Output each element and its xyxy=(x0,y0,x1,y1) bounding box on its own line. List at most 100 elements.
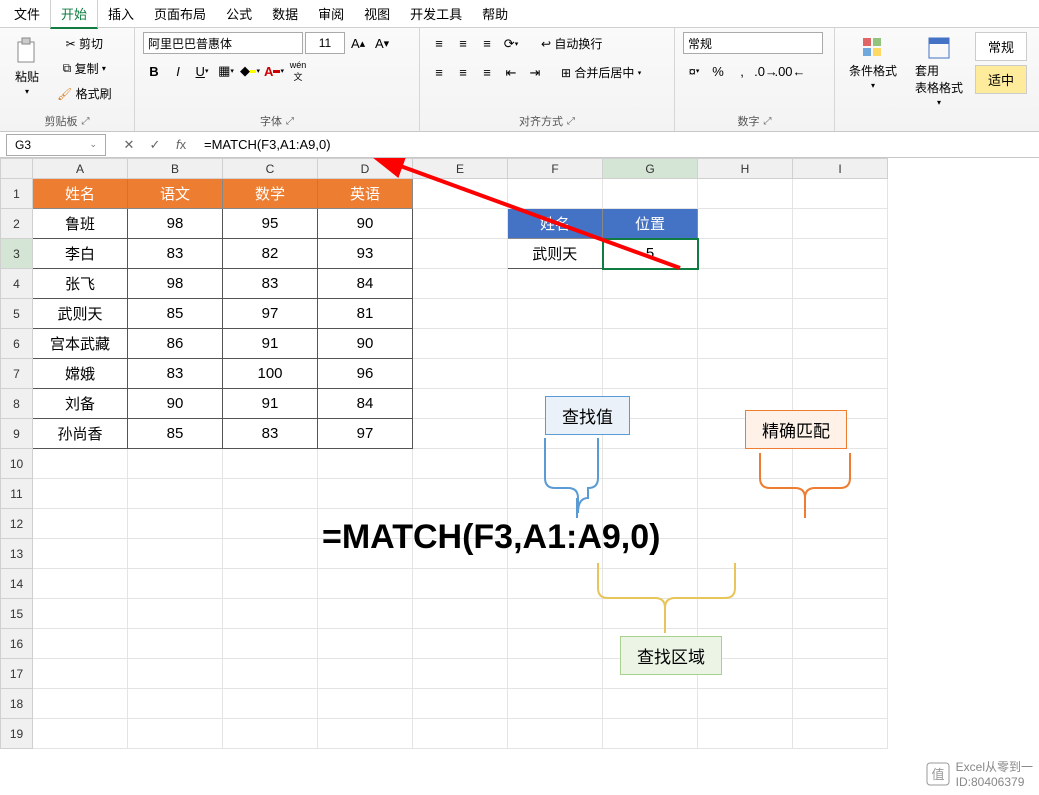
align-top-icon[interactable]: ≡ xyxy=(428,33,450,55)
cell-C18[interactable] xyxy=(223,689,318,719)
cell-G10[interactable] xyxy=(603,449,698,479)
font-size-select[interactable] xyxy=(305,32,345,54)
merge-center-button[interactable]: ⊞ 合并后居中 ▾ xyxy=(556,61,646,84)
cell-H2[interactable] xyxy=(698,209,793,239)
col-header-H[interactable]: H xyxy=(698,159,793,179)
cell-I2[interactable] xyxy=(793,209,888,239)
menu-help[interactable]: 帮助 xyxy=(472,0,518,27)
cell-F19[interactable] xyxy=(508,719,603,749)
comma-icon[interactable]: , xyxy=(731,60,753,82)
cell-B11[interactable] xyxy=(128,479,223,509)
cell-C12[interactable] xyxy=(223,509,318,539)
cell-A19[interactable] xyxy=(33,719,128,749)
fill-color-button[interactable]: ◆▾ xyxy=(239,60,261,82)
row-header-18[interactable]: 18 xyxy=(1,689,33,719)
align-center-icon[interactable]: ≡ xyxy=(452,62,474,84)
cell-I10[interactable] xyxy=(793,449,888,479)
row-header-17[interactable]: 17 xyxy=(1,659,33,689)
cell-D18[interactable] xyxy=(318,689,413,719)
cell-G18[interactable] xyxy=(603,689,698,719)
align-middle-icon[interactable]: ≡ xyxy=(452,33,474,55)
cell-D19[interactable] xyxy=(318,719,413,749)
cell-I17[interactable] xyxy=(793,659,888,689)
cell-C13[interactable] xyxy=(223,539,318,569)
paste-button[interactable]: 粘贴 ▾ xyxy=(8,32,46,100)
copy-button[interactable]: ⧉ 复制 ▾ xyxy=(52,57,117,80)
cell-I14[interactable] xyxy=(793,569,888,599)
cell-H4[interactable] xyxy=(698,269,793,299)
cancel-formula-icon[interactable]: ✕ xyxy=(118,134,140,156)
indent-decrease-icon[interactable]: ⇤ xyxy=(500,62,522,84)
cell-I1[interactable] xyxy=(793,179,888,209)
cell-C16[interactable] xyxy=(223,629,318,659)
format-painter-button[interactable]: 🖌 格式刷 xyxy=(52,82,117,105)
table-format-button[interactable]: 套用 表格格式▾ xyxy=(909,32,969,111)
cell-I16[interactable] xyxy=(793,629,888,659)
cell-H5[interactable] xyxy=(698,299,793,329)
cell-H19[interactable] xyxy=(698,719,793,749)
cell-B10[interactable] xyxy=(128,449,223,479)
row-header-15[interactable]: 15 xyxy=(1,599,33,629)
cut-button[interactable]: ✂ 剪切 xyxy=(52,32,117,55)
cell-A9[interactable]: 孙尚香 xyxy=(33,419,128,449)
cell-A16[interactable] xyxy=(33,629,128,659)
cell-C14[interactable] xyxy=(223,569,318,599)
cell-E18[interactable] xyxy=(413,689,508,719)
cell-H15[interactable] xyxy=(698,599,793,629)
name-box[interactable]: G3⌄ xyxy=(6,134,106,156)
cell-I11[interactable] xyxy=(793,479,888,509)
cell-E14[interactable] xyxy=(413,569,508,599)
cell-B13[interactable] xyxy=(128,539,223,569)
spreadsheet-grid[interactable]: ABCDEFGHI1姓名语文数学英语2鲁班989590姓名位置3李白838293… xyxy=(0,158,1039,795)
cell-A10[interactable] xyxy=(33,449,128,479)
cell-F16[interactable] xyxy=(508,629,603,659)
cell-style-good[interactable]: 适中 xyxy=(975,65,1027,94)
row-header-12[interactable]: 12 xyxy=(1,509,33,539)
wrap-text-button[interactable]: ↩ 自动换行 xyxy=(536,32,607,55)
font-launcher-icon[interactable]: ⤢ xyxy=(286,116,294,127)
cell-D11[interactable] xyxy=(318,479,413,509)
cell-B9[interactable]: 85 xyxy=(128,419,223,449)
cell-F10[interactable] xyxy=(508,449,603,479)
cell-A15[interactable] xyxy=(33,599,128,629)
menu-dev[interactable]: 开发工具 xyxy=(400,0,472,27)
cell-H7[interactable] xyxy=(698,359,793,389)
align-launcher-icon[interactable]: ⤢ xyxy=(567,116,575,127)
cell-F17[interactable] xyxy=(508,659,603,689)
cell-E15[interactable] xyxy=(413,599,508,629)
row-header-10[interactable]: 10 xyxy=(1,449,33,479)
cell-B18[interactable] xyxy=(128,689,223,719)
cell-D14[interactable] xyxy=(318,569,413,599)
cell-D16[interactable] xyxy=(318,629,413,659)
col-header-I[interactable]: I xyxy=(793,159,888,179)
cell-D15[interactable] xyxy=(318,599,413,629)
percent-icon[interactable]: % xyxy=(707,60,729,82)
cell-A17[interactable] xyxy=(33,659,128,689)
border-button[interactable]: ▦▾ xyxy=(215,60,237,82)
decimal-decrease-icon[interactable]: .00← xyxy=(779,60,801,82)
cell-H11[interactable] xyxy=(698,479,793,509)
cell-H3[interactable] xyxy=(698,239,793,269)
cell-I4[interactable] xyxy=(793,269,888,299)
menu-review[interactable]: 审阅 xyxy=(308,0,354,27)
menu-view[interactable]: 视图 xyxy=(354,0,400,27)
row-header-11[interactable]: 11 xyxy=(1,479,33,509)
cell-C19[interactable] xyxy=(223,719,318,749)
cell-C17[interactable] xyxy=(223,659,318,689)
italic-button[interactable]: I xyxy=(167,60,189,82)
row-header-16[interactable]: 16 xyxy=(1,629,33,659)
font-name-select[interactable] xyxy=(143,32,303,54)
cell-H14[interactable] xyxy=(698,569,793,599)
cell-E16[interactable] xyxy=(413,629,508,659)
cell-B12[interactable] xyxy=(128,509,223,539)
cell-I12[interactable] xyxy=(793,509,888,539)
cell-C11[interactable] xyxy=(223,479,318,509)
cell-C10[interactable] xyxy=(223,449,318,479)
menu-layout[interactable]: 页面布局 xyxy=(144,0,216,27)
row-header-13[interactable]: 13 xyxy=(1,539,33,569)
cell-H13[interactable] xyxy=(698,539,793,569)
cell-I6[interactable] xyxy=(793,329,888,359)
cell-C9[interactable]: 83 xyxy=(223,419,318,449)
increase-font-icon[interactable]: A▴ xyxy=(347,32,369,54)
cell-D10[interactable] xyxy=(318,449,413,479)
